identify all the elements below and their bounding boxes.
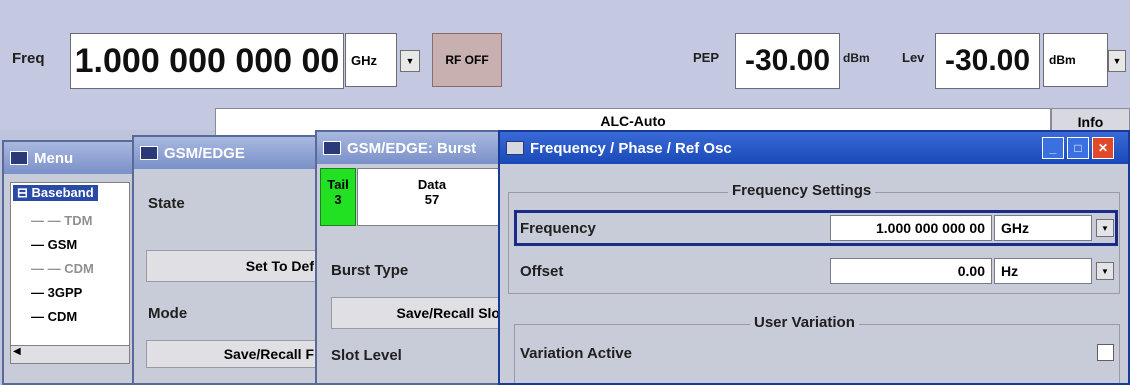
state-label: State [148,195,185,212]
offset-unit-dropdown-icon[interactable]: ▼ [1096,262,1114,280]
tree-branch-line: — [31,237,48,252]
tree-item-tdm[interactable]: — — TDM [31,213,92,228]
menu-tree: ⊟ Baseband — — TDM — GSM — — CDM — 3GPP … [10,182,130,364]
burst-title: GSM/EDGE: Burst [347,139,477,157]
tree-item-gsm[interactable]: — GSM [31,237,77,252]
slot-level-label: Slot Level [331,347,402,364]
tree-item-3gpp[interactable]: — 3GPP [31,285,82,300]
minimize-icon[interactable]: _ [1042,137,1064,159]
freq-label: Freq [12,50,45,67]
frequency-field[interactable]: 1.000 000 000 00 [830,215,992,241]
tree-item-baseband[interactable]: ⊟ Baseband [13,185,98,201]
burst-title-bar[interactable]: GSM/EDGE: Burst [317,132,503,164]
frequency-unit-dropdown-icon[interactable]: ▼ [1096,219,1114,237]
gsm-edge-window: GSM/EDGE State Set To Def Mode Save/Reca… [132,135,322,385]
set-to-default-button[interactable]: Set To Def [146,250,320,282]
frequency-unit-select[interactable]: GHz [994,215,1092,241]
collapse-icon: ⊟ [17,185,28,200]
maximize-icon[interactable]: □ [1067,137,1089,159]
menu-window: Menu ⊟ Baseband — — TDM — GSM — — CDM — … [2,140,142,385]
offset-unit-select[interactable]: Hz [994,258,1092,284]
window-icon [140,146,158,160]
lev-label: Lev [902,50,925,65]
lev-field[interactable]: -30.00 [935,33,1040,89]
tail-field[interactable]: Tail 3 [320,168,356,226]
user-variation-title: User Variation [750,314,859,331]
burst-type-label: Burst Type [331,262,409,279]
horizontal-scrollbar[interactable]: ◀ [11,345,129,363]
menu-title-bar[interactable]: Menu [4,142,140,174]
pep-unit: dBm [843,51,870,65]
tree-branch-line: — — [31,213,61,228]
gsm-title-bar[interactable]: GSM/EDGE [134,137,320,169]
window-icon [323,141,341,155]
tree-item-cdm-2[interactable]: — CDM [31,309,77,324]
freq-field[interactable]: 1.000 000 000 00 [70,33,344,89]
data-field[interactable]: Data 57 [357,168,503,226]
window-icon [506,141,524,155]
offset-label: Offset [520,263,564,280]
rf-off-button[interactable]: RF OFF [432,33,502,87]
window-icon [10,151,28,165]
close-icon[interactable]: ✕ [1092,137,1114,159]
tree-item-cdm[interactable]: — — CDM [31,261,94,276]
frequency-window: Frequency / Phase / Ref Osc _ □ ✕ Freque… [498,130,1130,385]
lev-unit-dropdown-icon[interactable]: ▼ [1108,50,1126,72]
offset-field[interactable]: 0.00 [830,258,992,284]
variation-active-checkbox[interactable] [1097,344,1114,361]
tree-branch-line: — [31,285,48,300]
freq-window-title: Frequency / Phase / Ref Osc [530,139,732,157]
pep-value-field: -30.00 [735,33,840,89]
tree-branch-line: — [31,309,48,324]
pep-label: PEP [693,50,720,65]
frequency-label: Frequency [520,220,596,237]
save-recall-slot-button[interactable]: Save/Recall Slo [331,297,503,329]
scroll-left-icon[interactable]: ◀ [13,346,21,357]
gsm-title: GSM/EDGE [164,144,245,162]
mode-label: Mode [148,305,188,322]
save-recall-button[interactable]: Save/Recall F [146,340,320,368]
tree-branch-line: — — [31,261,61,276]
frequency-settings-title: Frequency Settings [728,182,876,199]
burst-window: GSM/EDGE: Burst Tail 3 Data 57 Burst Typ… [315,130,505,385]
freq-unit-select[interactable]: GHz [345,33,397,87]
menu-title: Menu [34,149,74,167]
variation-active-label: Variation Active [520,345,632,362]
freq-title-bar[interactable]: Frequency / Phase / Ref Osc [500,132,1128,164]
lev-unit-select[interactable]: dBm [1043,33,1108,87]
freq-unit-dropdown-icon[interactable]: ▼ [400,50,420,72]
